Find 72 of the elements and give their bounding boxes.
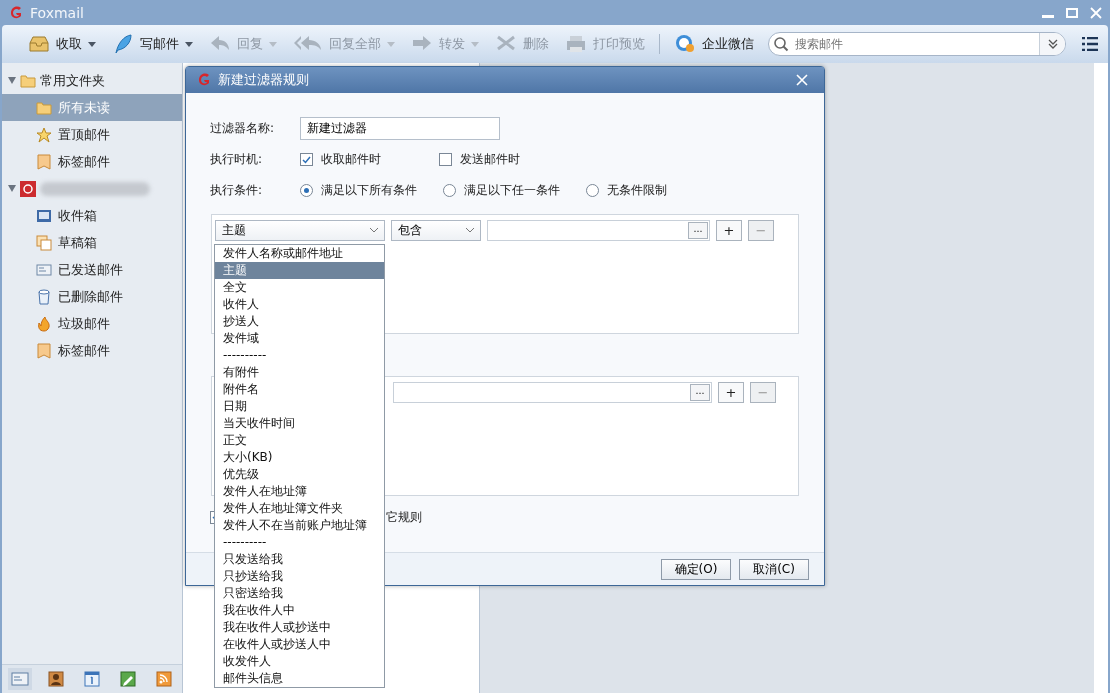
tray-icon [28,33,50,55]
folder-item[interactable]: 置顶邮件 [2,121,182,148]
field-label: 执行条件: [210,182,264,199]
menu-icon[interactable] [1082,37,1098,51]
folder-item[interactable]: 标签邮件 [2,337,182,364]
person-card-icon [47,671,65,687]
radio-label: 满足以下所有条件 [321,182,417,199]
dialog-title: 新建过滤器规则 [218,71,309,89]
condition-value-field[interactable]: ⋯ [487,220,710,241]
field-label: 过滤器名称: [210,120,276,137]
close-icon [796,74,808,86]
dialog-button[interactable]: 确定(O) [661,558,731,580]
flame-icon [36,315,52,332]
dropdown-option[interactable]: 主题 [215,262,384,279]
search-bar[interactable]: 搜索邮件 [768,32,1066,56]
toolbar-button[interactable]: 收取 [20,29,104,59]
toolbar-button[interactable]: 写邮件 [104,29,201,59]
foxmail-logo-icon [196,72,212,88]
condition-field-select[interactable]: 主题 [215,220,385,241]
toolbar-button[interactable]: 企业微信 [666,29,762,59]
folder-icon [20,72,36,89]
foxmail-logo-icon [8,4,24,21]
filter-name-field[interactable]: 新建过滤器 [300,117,500,140]
chevron-icon [466,228,474,233]
star-icon [36,126,52,143]
folder-icon [36,99,52,116]
close-icon[interactable] [1090,6,1102,19]
checkbox-label: 收取邮件时 [321,151,381,168]
search-field[interactable]: 搜索邮件 [793,36,1039,52]
folder-item[interactable]: 垃圾邮件 [2,310,182,337]
browse-button[interactable]: ⋯ [690,384,710,401]
radio-label: 满足以下任一条件 [464,182,560,199]
printer-icon [565,33,587,55]
radio-button[interactable] [443,184,456,197]
add-button[interactable]: + [718,382,744,403]
folder-item[interactable]: 收件箱 [2,202,182,229]
radio-label: 无条件限制 [607,182,667,199]
folder-item[interactable]: 已发送邮件 [2,256,182,283]
checkbox-label: 它规则 [386,508,422,526]
add-button[interactable]: + [716,220,742,241]
checkbox[interactable] [300,153,313,166]
scrollbar-track[interactable] [1094,63,1108,693]
field-label: 执行时机: [210,151,264,168]
envelope-icon [36,261,52,278]
search-options-button[interactable] [1039,33,1065,55]
envelope-icon [11,671,29,687]
folder-item[interactable]: 已删除邮件 [2,283,182,310]
calendar-icon [83,671,101,687]
pencil-note-icon [119,671,137,687]
action-value-field[interactable]: ⋯ [393,382,712,403]
operator-select[interactable]: 包含 [391,220,481,241]
bin-icon [36,288,52,305]
folder-item[interactable]: 草稿箱 [2,229,182,256]
folder-group-row[interactable]: 常用文件夹 [2,67,182,94]
bookmark-icon [36,342,52,359]
dialog-button[interactable]: 取消(C) [739,558,809,580]
chevron-icon [370,228,378,233]
feather-icon [112,33,134,55]
checkbox-label: 发送邮件时 [460,151,520,168]
radio-button[interactable] [300,184,313,197]
radio-button[interactable] [586,184,599,197]
bookmark-icon [36,153,52,170]
folder-group-label: 常用文件夹 [40,71,105,90]
pages-icon [36,234,52,251]
browse-button[interactable]: ⋯ [688,222,708,239]
app-title: Foxmail [30,4,84,21]
folder-item[interactable]: 标签邮件 [2,148,182,175]
maximize-icon[interactable] [1066,6,1078,19]
rss-icon [155,671,173,687]
checkbox[interactable] [439,153,452,166]
double-chevron-icon [1047,39,1058,49]
monitor-icon [36,207,52,224]
